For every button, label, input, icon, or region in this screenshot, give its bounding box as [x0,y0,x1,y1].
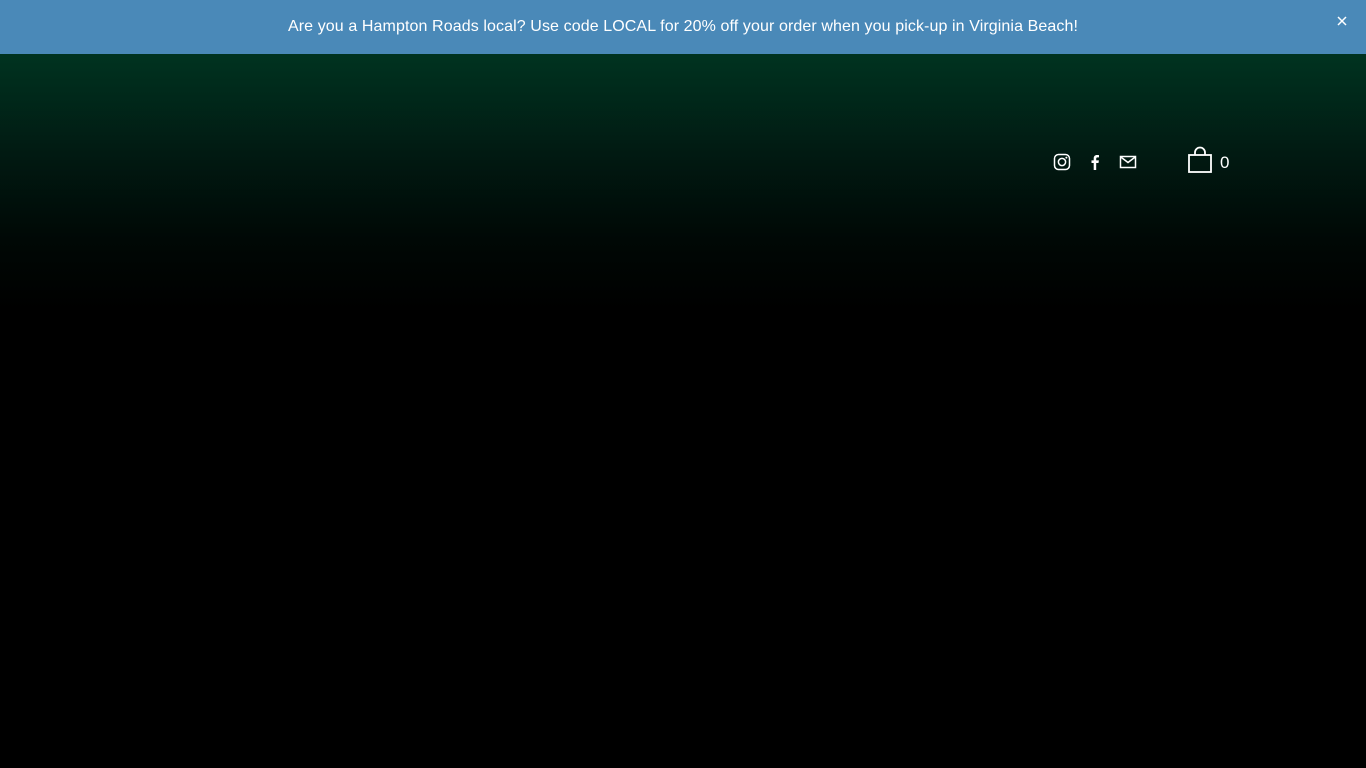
close-icon[interactable] [1334,13,1350,29]
announcement-text[interactable]: Are you a Hampton Roads local? Use code … [288,18,1078,36]
instagram-icon[interactable] [1050,150,1074,174]
header-actions: 0 [1050,146,1229,179]
cart-count: 0 [1220,152,1230,172]
email-icon[interactable] [1116,150,1140,174]
facebook-icon[interactable] [1083,150,1107,174]
cart-button[interactable]: 0 [1187,146,1229,179]
shopping-bag-icon [1187,146,1213,179]
announcement-bar: Are you a Hampton Roads local? Use code … [0,0,1366,54]
